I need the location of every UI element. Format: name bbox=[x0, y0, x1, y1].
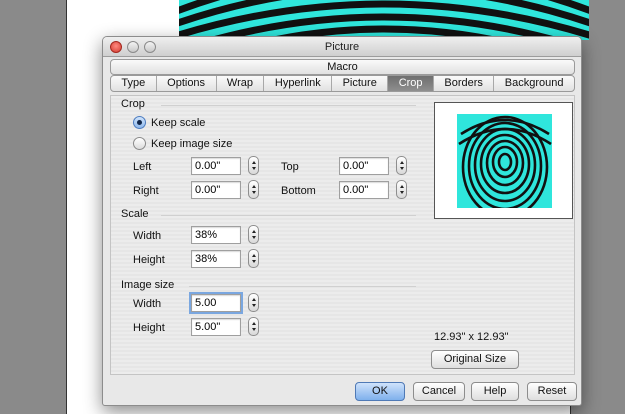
tab-options[interactable]: Options bbox=[157, 76, 217, 91]
keep-scale-label: Keep scale bbox=[151, 116, 206, 129]
stepper-down-icon bbox=[251, 167, 256, 170]
keep-image-size-label: Keep image size bbox=[151, 137, 233, 150]
tab-crop[interactable]: Crop bbox=[388, 76, 434, 91]
scale-width-label: Width bbox=[133, 230, 162, 242]
stepper-up-icon bbox=[251, 185, 256, 188]
crop-right-stepper[interactable] bbox=[248, 180, 259, 199]
tab-hyperlink[interactable]: Hyperlink bbox=[264, 76, 333, 91]
ok-button[interactable]: OK bbox=[355, 382, 405, 401]
stepper-down-icon bbox=[251, 328, 256, 331]
stepper-up-icon bbox=[251, 254, 256, 257]
stepper-down-icon bbox=[251, 236, 256, 239]
image-width-stepper[interactable] bbox=[248, 293, 259, 312]
stepper-down-icon bbox=[251, 304, 256, 307]
scale-width-stepper[interactable] bbox=[248, 225, 259, 244]
scale-section-label: Scale bbox=[121, 208, 149, 220]
stepper-up-icon bbox=[251, 230, 256, 233]
stepper-up-icon bbox=[251, 161, 256, 164]
image-size-section-label: Image size bbox=[121, 279, 175, 291]
crop-top-stepper[interactable] bbox=[396, 156, 407, 175]
stepper-down-icon bbox=[251, 191, 256, 194]
tab-type[interactable]: Type bbox=[111, 76, 157, 91]
reset-button[interactable]: Reset bbox=[527, 382, 577, 401]
cancel-button[interactable]: Cancel bbox=[413, 382, 465, 401]
crop-left-stepper[interactable] bbox=[248, 156, 259, 175]
crop-bottom-label: Bottom bbox=[281, 185, 316, 197]
title-bar[interactable]: Picture bbox=[103, 37, 581, 57]
crop-left-label: Left bbox=[133, 161, 152, 173]
image-height-label: Height bbox=[133, 322, 165, 334]
close-icon[interactable] bbox=[110, 41, 122, 53]
crop-top-field[interactable]: 0.00" bbox=[339, 157, 389, 175]
stepper-up-icon bbox=[251, 322, 256, 325]
document-fingerprint-image[interactable] bbox=[179, 0, 589, 40]
window-title: Picture bbox=[324, 41, 360, 53]
crop-bottom-stepper[interactable] bbox=[396, 180, 407, 199]
crop-section-label: Crop bbox=[121, 98, 145, 110]
tab-borders[interactable]: Borders bbox=[434, 76, 495, 91]
stepper-up-icon bbox=[399, 161, 404, 164]
fingerprint-preview-image bbox=[457, 114, 552, 208]
crop-left-field[interactable]: 0.00" bbox=[191, 157, 241, 175]
tab-background[interactable]: Background bbox=[494, 76, 574, 91]
scale-height-field[interactable]: 38% bbox=[191, 250, 241, 268]
crop-preview bbox=[434, 102, 573, 219]
stepper-down-icon bbox=[399, 167, 404, 170]
minimize-icon[interactable] bbox=[127, 41, 139, 53]
tab-bar: Type Options Wrap Hyperlink Picture Crop… bbox=[110, 75, 575, 92]
radio-unselected-icon bbox=[133, 137, 146, 150]
crop-panel: Crop Keep scale Keep image size Left 0.0… bbox=[110, 95, 575, 375]
crop-right-field[interactable]: 0.00" bbox=[191, 181, 241, 199]
radio-selected-icon bbox=[133, 116, 146, 129]
image-height-field[interactable]: 5.00" bbox=[191, 318, 241, 336]
scale-height-stepper[interactable] bbox=[248, 249, 259, 268]
image-height-stepper[interactable] bbox=[248, 317, 259, 336]
picture-dialog: Picture Macro Type Options Wrap Hyperlin… bbox=[102, 36, 582, 406]
stepper-up-icon bbox=[399, 185, 404, 188]
original-size-button[interactable]: Original Size bbox=[431, 350, 519, 369]
keep-image-size-radio[interactable]: Keep image size bbox=[133, 137, 232, 150]
crop-top-label: Top bbox=[281, 161, 299, 173]
help-button[interactable]: Help bbox=[471, 382, 519, 401]
scale-height-label: Height bbox=[133, 254, 165, 266]
image-width-label: Width bbox=[133, 298, 162, 310]
keep-scale-radio[interactable]: Keep scale bbox=[133, 116, 205, 129]
scale-width-field[interactable]: 38% bbox=[191, 226, 241, 244]
crop-right-label: Right bbox=[133, 185, 159, 197]
tab-picture[interactable]: Picture bbox=[332, 76, 389, 91]
tab-wrap[interactable]: Wrap bbox=[217, 76, 265, 91]
stepper-down-icon bbox=[399, 191, 404, 194]
zoom-icon[interactable] bbox=[144, 41, 156, 53]
crop-bottom-field[interactable]: 0.00" bbox=[339, 181, 389, 199]
stepper-up-icon bbox=[251, 298, 256, 301]
stepper-down-icon bbox=[251, 260, 256, 263]
tab-macro[interactable]: Macro bbox=[110, 59, 575, 75]
image-width-field[interactable]: 5.00 bbox=[189, 292, 243, 314]
original-size-text: 12.93" x 12.93" bbox=[434, 331, 509, 343]
